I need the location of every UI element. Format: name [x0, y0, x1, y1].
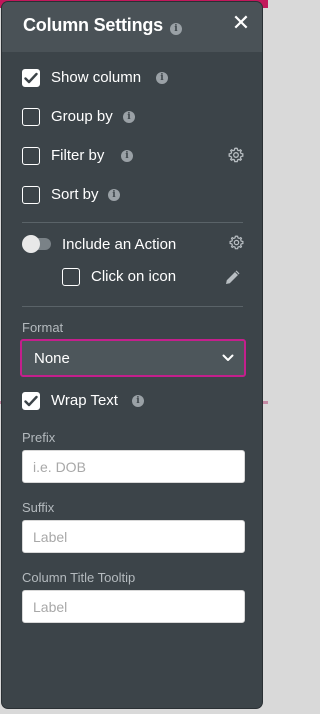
- section-divider: [22, 222, 243, 223]
- filter-by-option[interactable]: Filter by i: [22, 147, 246, 169]
- click-on-icon-label: Click on icon: [91, 268, 177, 285]
- column-title-tooltip-input[interactable]: [22, 590, 245, 623]
- info-icon[interactable]: i: [156, 72, 168, 84]
- filter-by-label: Filter by: [51, 147, 105, 164]
- wrap-text-label: Wrap Text: [51, 392, 118, 409]
- format-select-value: None: [34, 350, 70, 367]
- sort-by-label: Sort by: [51, 186, 99, 203]
- toggle-knob: [22, 235, 40, 253]
- column-title-tooltip-label: Column Title Tooltip: [22, 570, 136, 585]
- gear-icon[interactable]: [228, 147, 244, 163]
- prefix-input[interactable]: [22, 450, 245, 483]
- sort-by-option[interactable]: Sort by i: [22, 186, 242, 208]
- show-column-checkbox[interactable]: [22, 69, 40, 87]
- wrap-text-checkbox[interactable]: [22, 392, 40, 410]
- panel-header: Column Settings i ✕: [2, 2, 262, 52]
- panel-title: Column Settings: [23, 15, 163, 35]
- suffix-input[interactable]: [22, 520, 245, 553]
- info-icon[interactable]: i: [108, 189, 120, 201]
- show-column-option[interactable]: Show column i: [22, 69, 242, 91]
- pencil-icon[interactable]: [224, 268, 242, 286]
- group-by-option[interactable]: Group by i: [22, 108, 242, 130]
- sort-by-checkbox[interactable]: [22, 186, 40, 204]
- close-icon[interactable]: ✕: [230, 12, 252, 34]
- suffix-label: Suffix: [22, 500, 55, 515]
- show-column-label: Show column: [51, 69, 142, 86]
- wrap-text-option[interactable]: Wrap Text i: [22, 392, 242, 414]
- format-select[interactable]: None: [20, 339, 246, 377]
- section-divider: [22, 306, 243, 307]
- checkbox-check-icon: [24, 72, 38, 84]
- include-action-toggle[interactable]: [22, 235, 54, 253]
- format-label: Format: [22, 320, 64, 335]
- filter-by-checkbox[interactable]: [22, 147, 40, 165]
- click-on-icon-checkbox[interactable]: [62, 268, 80, 286]
- info-icon[interactable]: i: [170, 23, 182, 35]
- chevron-down-icon: [222, 354, 234, 361]
- prefix-label: Prefix: [22, 430, 56, 445]
- info-icon[interactable]: i: [121, 150, 133, 162]
- column-settings-panel: Column Settings i ✕ Show column i Group …: [2, 2, 262, 708]
- info-icon[interactable]: i: [132, 395, 144, 407]
- checkbox-check-icon: [24, 395, 38, 407]
- info-icon[interactable]: i: [123, 111, 135, 123]
- click-on-icon-option[interactable]: Click on icon: [62, 268, 192, 290]
- include-action-label: Include an Action: [62, 236, 177, 253]
- group-by-checkbox[interactable]: [22, 108, 40, 126]
- gear-icon[interactable]: [229, 235, 244, 250]
- group-by-label: Group by: [51, 108, 113, 125]
